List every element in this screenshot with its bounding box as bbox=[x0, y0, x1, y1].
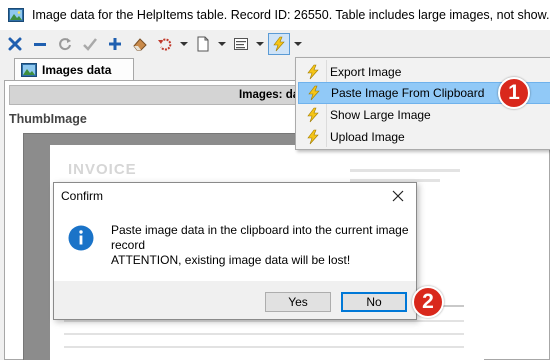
invoice-row bbox=[64, 346, 464, 348]
lightning-icon bbox=[307, 129, 319, 145]
plus-icon bbox=[109, 38, 121, 50]
lightning-icon bbox=[273, 36, 285, 52]
lightning-icon bbox=[307, 64, 319, 80]
document-icon bbox=[197, 36, 209, 52]
tab-label: Images data bbox=[42, 62, 112, 77]
form-button[interactable] bbox=[230, 33, 252, 55]
close-x-icon bbox=[8, 37, 22, 51]
invoice-title: INVOICE bbox=[68, 161, 137, 178]
check-icon bbox=[83, 38, 97, 51]
menu-item-label: Export Image bbox=[330, 65, 402, 79]
dialog-message-line: ATTENTION, existing image data will be l… bbox=[111, 253, 351, 267]
actions-dropdown[interactable] bbox=[293, 33, 302, 55]
form-icon bbox=[234, 38, 248, 50]
undo-dropdown[interactable] bbox=[179, 33, 188, 55]
clear-button[interactable] bbox=[129, 33, 151, 55]
yes-button[interactable]: Yes bbox=[265, 292, 331, 312]
invoice-row bbox=[64, 320, 464, 322]
field-label: ThumbImage bbox=[9, 112, 87, 126]
menu-item-label: Upload Image bbox=[330, 130, 405, 144]
lightning-icon bbox=[308, 85, 320, 101]
dialog-message: Paste image data in the clipboard into t… bbox=[111, 223, 411, 268]
image-tab-icon bbox=[21, 62, 37, 77]
menu-item-label: Show Large Image bbox=[330, 108, 431, 122]
invoice-line bbox=[350, 169, 460, 172]
add-record-button[interactable] bbox=[104, 33, 126, 55]
menu-item-label: Paste Image From Clipboard bbox=[331, 86, 485, 100]
menu-item-upload-image[interactable]: Upload Image bbox=[298, 126, 550, 148]
image-app-icon bbox=[8, 8, 24, 22]
document-dropdown[interactable] bbox=[217, 33, 226, 55]
info-icon bbox=[68, 225, 94, 251]
actions-button[interactable] bbox=[268, 33, 290, 55]
window-titlebar: Image data for the HelpItems table. Reco… bbox=[0, 0, 550, 30]
chevron-down-icon bbox=[293, 42, 302, 46]
close-record-button[interactable] bbox=[4, 33, 26, 55]
dialog-body: Paste image data in the clipboard into t… bbox=[54, 209, 416, 281]
dialog-message-line: Paste image data in the clipboard into t… bbox=[111, 223, 409, 237]
tab-images-data[interactable]: Images data bbox=[14, 58, 134, 80]
document-button[interactable] bbox=[192, 33, 214, 55]
eraser-icon bbox=[133, 38, 147, 51]
refresh-icon bbox=[59, 38, 71, 51]
callout-badge-2: 2 bbox=[412, 286, 444, 318]
invoice-row bbox=[64, 333, 464, 335]
undo-button[interactable] bbox=[154, 33, 176, 55]
no-button[interactable]: No bbox=[341, 292, 407, 312]
lightning-icon bbox=[307, 107, 319, 123]
post-button[interactable] bbox=[79, 33, 101, 55]
chevron-down-icon bbox=[217, 42, 226, 46]
form-dropdown[interactable] bbox=[255, 33, 264, 55]
close-icon[interactable] bbox=[390, 188, 406, 204]
dialog-title: Confirm bbox=[61, 189, 104, 203]
undo-icon bbox=[158, 38, 172, 51]
chevron-down-icon bbox=[179, 42, 188, 46]
chevron-down-icon bbox=[255, 42, 264, 46]
toolbar bbox=[0, 30, 550, 58]
dialog-message-line: record bbox=[111, 238, 146, 252]
dialog-footer: Yes No bbox=[54, 281, 416, 319]
callout-badge-1: 1 bbox=[498, 77, 530, 109]
minus-icon bbox=[34, 43, 46, 46]
refresh-button[interactable] bbox=[54, 33, 76, 55]
window-title: Image data for the HelpItems table. Reco… bbox=[32, 8, 550, 22]
delete-record-button[interactable] bbox=[29, 33, 51, 55]
confirm-dialog: Confirm Paste image data in the clipboar… bbox=[53, 182, 417, 320]
